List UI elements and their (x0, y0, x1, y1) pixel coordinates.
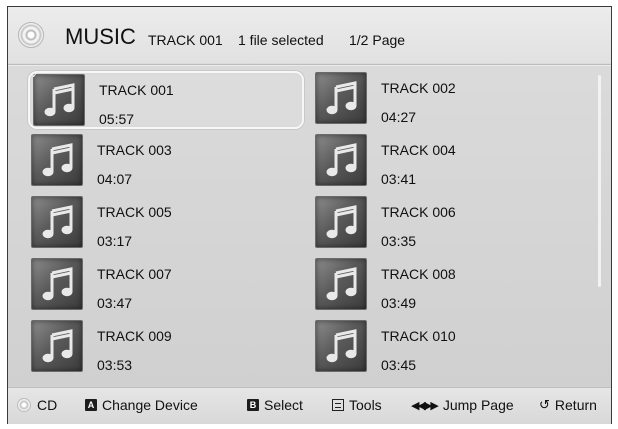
music-note-icon (326, 329, 357, 363)
music-note-icon (44, 83, 75, 117)
track-name: TRACK 001 (99, 82, 174, 98)
track-item[interactable]: TRACK 010 03:45 (312, 319, 588, 377)
track-duration: 03:45 (381, 357, 417, 373)
track-thumbnail (31, 134, 83, 186)
track-name: TRACK 002 (381, 80, 456, 96)
tools-button[interactable]: Tools (332, 397, 382, 413)
disc-icon (17, 398, 31, 412)
tools-label: Tools (349, 397, 382, 413)
jump-page-label: Jump Page (442, 397, 514, 413)
track-item[interactable]: TRACK 007 03:47 (28, 257, 304, 315)
scrollbar[interactable] (598, 75, 601, 287)
track-thumbnail (315, 72, 367, 124)
track-duration: 04:27 (381, 109, 417, 125)
track-name: TRACK 003 (97, 142, 172, 158)
tools-icon (332, 399, 344, 411)
track-item[interactable]: TRACK 003 04:07 (28, 133, 304, 191)
track-name: TRACK 008 (381, 266, 456, 282)
return-label: Return (554, 397, 597, 413)
change-device-label: Change Device (102, 397, 198, 413)
track-duration: 03:17 (97, 233, 133, 249)
track-name: TRACK 006 (381, 204, 456, 220)
music-note-icon (42, 205, 73, 239)
track-thumbnail (31, 258, 83, 310)
device-label: CD (37, 397, 58, 413)
track-item[interactable]: TRACK 006 03:35 (312, 195, 588, 253)
track-thumbnail (315, 258, 367, 310)
track-duration: 03:49 (381, 295, 417, 311)
music-note-icon (326, 143, 357, 177)
track-duration: 03:35 (381, 233, 417, 249)
track-grid: ✓ TRACK 001 05:57 TRACK 002 04:27 TRACK 003 04… (8, 7, 611, 423)
music-note-icon (326, 205, 357, 239)
track-item[interactable]: TRACK 005 03:17 (28, 195, 304, 253)
track-item[interactable]: TRACK 008 03:49 (312, 257, 588, 315)
music-note-icon (326, 81, 357, 115)
track-thumbnail (315, 320, 367, 372)
track-duration: 03:53 (97, 357, 133, 373)
track-item[interactable]: TRACK 002 04:27 (312, 71, 588, 129)
select-button[interactable]: B Select (247, 397, 303, 413)
music-note-icon (326, 267, 357, 301)
track-thumbnail (315, 196, 367, 248)
jump-page-button[interactable]: ◀◀▶▶ Jump Page (411, 397, 514, 413)
track-item[interactable]: TRACK 004 03:41 (312, 133, 588, 191)
track-name: TRACK 009 (97, 328, 172, 344)
device-indicator: CD (17, 397, 57, 413)
music-note-icon (42, 329, 73, 363)
a-button-icon: A (85, 399, 97, 411)
music-note-icon (42, 267, 73, 301)
track-item[interactable]: ✓ TRACK 001 05:57 (28, 71, 304, 129)
b-button-icon: B (247, 399, 259, 411)
track-duration: 03:47 (97, 295, 133, 311)
track-duration: 05:57 (99, 111, 135, 127)
music-browser-screen: MUSIC TRACK 001 1 file selected 1/2 Page… (7, 6, 612, 424)
return-icon: ↺ (539, 397, 550, 412)
select-label: Select (264, 397, 303, 413)
track-thumbnail (315, 134, 367, 186)
music-note-icon (42, 143, 73, 177)
track-name: TRACK 007 (97, 266, 172, 282)
track-thumbnail (31, 320, 83, 372)
change-device-button[interactable]: A Change Device (85, 397, 198, 413)
track-name: TRACK 010 (381, 328, 456, 344)
return-button[interactable]: ↺ Return (539, 397, 597, 413)
track-duration: 03:41 (381, 171, 417, 187)
track-name: TRACK 004 (381, 142, 456, 158)
track-item[interactable]: TRACK 009 03:53 (28, 319, 304, 377)
footer-bar: CD A Change Device B Select Tools ◀◀▶▶ J… (8, 388, 611, 424)
track-thumbnail (31, 196, 83, 248)
jump-arrows-icon: ◀◀▶▶ (411, 399, 439, 412)
check-icon: ✓ (31, 70, 40, 81)
track-thumbnail (33, 74, 85, 126)
track-duration: 04:07 (97, 171, 133, 187)
track-name: TRACK 005 (97, 204, 172, 220)
